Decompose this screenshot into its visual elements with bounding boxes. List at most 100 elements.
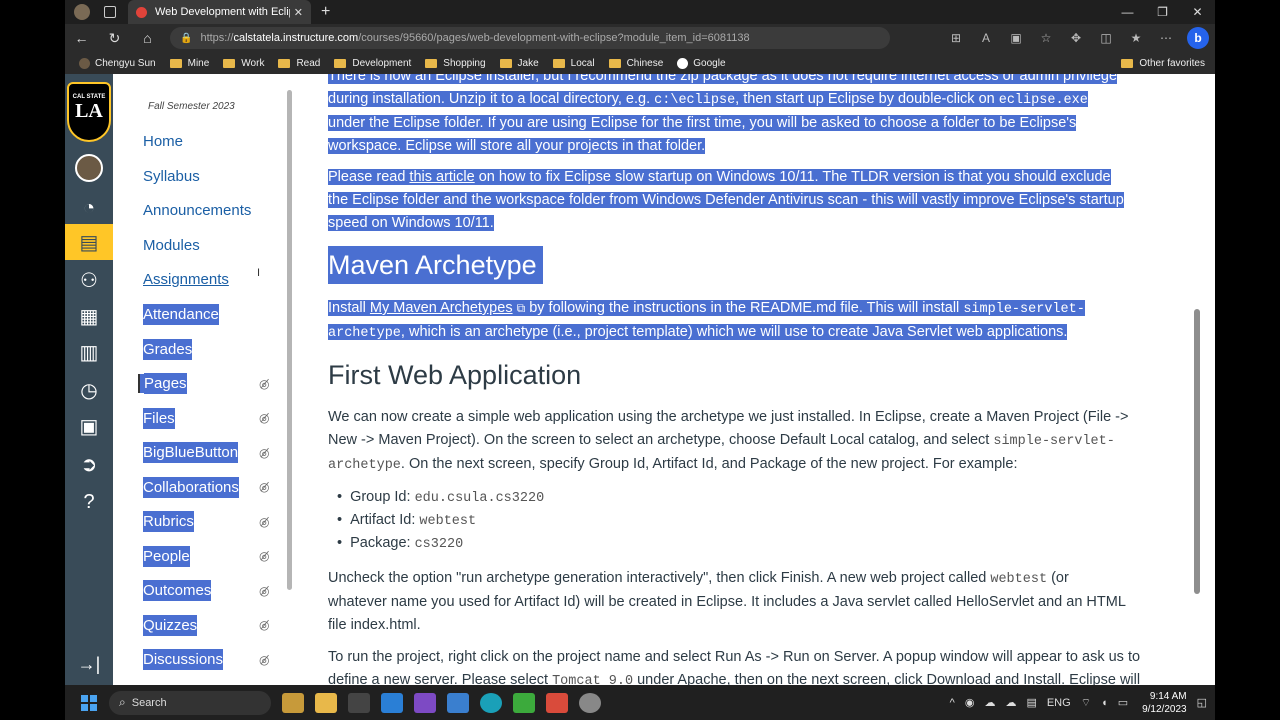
favorites-icon[interactable]: ★ (1121, 31, 1151, 45)
vscode-icon[interactable] (381, 692, 403, 713)
account-button[interactable] (65, 150, 113, 186)
course-nav-discussions[interactable]: Discussions (143, 649, 224, 670)
course-nav-rubrics[interactable]: Rubrics (143, 511, 194, 532)
scrollbar-thumb[interactable] (1194, 309, 1200, 594)
split-screen-icon[interactable]: ◫ (1091, 31, 1121, 45)
course-nav-attendance[interactable]: Attendance (143, 304, 219, 325)
favorite-star-icon[interactable]: ☆ (1031, 31, 1061, 45)
favorite-chinese[interactable]: Chinese (608, 58, 663, 69)
hidden-eye-icon: ◎̸ (259, 480, 270, 494)
text-line: Uncheck the option "run archetype genera… (328, 570, 991, 586)
immersive-reader-icon[interactable]: ▣ (1001, 31, 1031, 45)
term-label: Fall Semester 2023 (148, 101, 235, 112)
edge-icon[interactable] (480, 692, 502, 713)
course-nav-modules[interactable]: Modules (143, 236, 200, 255)
read-aloud-icon[interactable]: A (971, 31, 1001, 45)
course-nav-grades[interactable]: Grades (143, 339, 193, 360)
browser-tab[interactable]: Web Development with Eclipse: C ✕ (128, 0, 311, 24)
close-window-button[interactable]: ✕ (1180, 0, 1215, 24)
app-icon-3[interactable] (513, 692, 535, 713)
history-icon[interactable]: ◷ (65, 372, 113, 408)
code-snippet: simple-servlet- (963, 302, 1085, 317)
favorite-local[interactable]: Local (552, 58, 595, 69)
minimize-button[interactable]: — (1110, 0, 1145, 24)
extensions-icon[interactable]: ✥ (1061, 31, 1091, 45)
favorite-shopping[interactable]: Shopping (425, 58, 486, 69)
app-icon-1[interactable] (282, 692, 304, 713)
taskbar-search[interactable]: ⌕ Search (109, 690, 271, 715)
tab-actions-icon[interactable] (104, 6, 116, 18)
app-icon-4[interactable] (546, 692, 568, 713)
back-button[interactable]: ← (65, 30, 98, 46)
battery-icon[interactable]: ▭ (1118, 696, 1128, 709)
tray-app-icon[interactable]: ◉ (965, 696, 975, 709)
hidden-eye-icon: ◎̸ (259, 549, 270, 563)
course-nav-home[interactable]: Home (143, 132, 183, 151)
favorite-chengyu-sun[interactable]: Chengyu Sun (79, 57, 156, 69)
dashboard-icon[interactable]: ◔ (65, 190, 113, 226)
course-nav-announcements[interactable]: Announcements (143, 201, 251, 220)
help-icon[interactable]: ? (65, 484, 113, 520)
maven-archetype-heading: Maven Archetype (328, 246, 543, 284)
tray-icon[interactable]: ▤ (1026, 696, 1036, 709)
groups-icon[interactable]: ⚇ (65, 262, 113, 298)
course-nav-files[interactable]: Files (143, 408, 175, 429)
refresh-button[interactable]: ↻ (98, 30, 131, 47)
file-explorer-icon[interactable] (315, 692, 337, 713)
avatar (75, 154, 103, 182)
favorite-development[interactable]: Development (334, 58, 411, 69)
course-nav-quizzes[interactable]: Quizzes (143, 615, 198, 636)
favorite-read[interactable]: Read (278, 58, 320, 69)
collapse-nav-icon[interactable]: →| (65, 654, 113, 675)
url-field[interactable]: 🔒 https://calstatela.instructure.com/cou… (170, 27, 890, 49)
apps-icon[interactable]: ⊞ (941, 31, 971, 45)
windows-start-icon[interactable] (81, 694, 97, 711)
lock-icon[interactable]: 🔒 (180, 33, 192, 44)
course-nav-scrollbar[interactable] (287, 90, 292, 590)
close-tab-icon[interactable]: ✕ (294, 6, 303, 19)
notification-icon[interactable]: ◱ (1197, 696, 1207, 709)
favorite-mine[interactable]: Mine (169, 58, 209, 69)
calendar-icon[interactable]: ▦ (65, 298, 113, 334)
favorite-jake[interactable]: Jake (499, 58, 539, 69)
course-nav-bigbluebutton[interactable]: BigBlueButton (143, 442, 239, 463)
new-tab-button[interactable]: + (321, 3, 330, 21)
home-button[interactable]: ⌂ (131, 30, 164, 46)
course-nav-collaborations[interactable]: Collaborations (143, 477, 239, 498)
maven-archetypes-link[interactable]: My Maven Archetypes (370, 300, 513, 316)
more-icon[interactable]: ⋯ (1151, 31, 1181, 45)
wifi-icon[interactable]: ⌔ (1081, 696, 1091, 710)
app-icon-2[interactable] (447, 692, 469, 713)
restore-button[interactable]: ❐ (1145, 0, 1180, 24)
course-nav-pages[interactable]: Pages (138, 373, 187, 394)
language-indicator[interactable]: ENG (1047, 697, 1071, 709)
settings-icon[interactable] (579, 692, 601, 713)
other-favorites[interactable]: Other favorites (1121, 58, 1205, 69)
favorite-work[interactable]: Work (223, 58, 264, 69)
course-nav-people[interactable]: People (143, 546, 190, 567)
clock[interactable]: 9:14 AM 9/12/2023 (1142, 690, 1187, 716)
course-nav-outcomes[interactable]: Outcomes (143, 580, 212, 601)
cloud-icon[interactable]: ☁ (984, 696, 995, 709)
this-article-link[interactable]: this article (409, 169, 474, 185)
studio-icon[interactable]: ▣ (65, 408, 113, 444)
window-controls: — ❐ ✕ (1110, 0, 1215, 24)
courses-icon[interactable]: ▤ (65, 224, 113, 260)
chevron-up-icon[interactable]: ^ (950, 697, 955, 709)
onedrive-icon[interactable]: ☁ (1005, 696, 1016, 709)
course-nav-syllabus[interactable]: Syllabus (143, 167, 200, 186)
volume-icon[interactable]: ◖ (1101, 697, 1108, 709)
cal-state-la-logo[interactable]: CAL STATE LA (67, 82, 113, 144)
code-snippet: Tomcat 9.0 (552, 674, 634, 685)
profile-avatar[interactable] (74, 4, 90, 20)
terminal-icon[interactable] (348, 692, 370, 713)
visual-studio-icon[interactable] (414, 692, 436, 713)
page-scrollbar[interactable] (1194, 79, 1200, 679)
course-nav-assignments[interactable]: Assignments (143, 270, 229, 289)
favorite-google[interactable]: Google (677, 57, 726, 69)
commons-icon[interactable]: ➲ (65, 446, 113, 482)
list-item: Artifact Id: webtest (350, 509, 751, 532)
text-line: whatever name you used for Artifact Id) … (328, 594, 1126, 610)
bing-chat-icon[interactable]: b (1187, 27, 1209, 49)
inbox-icon[interactable]: ▥ (65, 334, 113, 370)
